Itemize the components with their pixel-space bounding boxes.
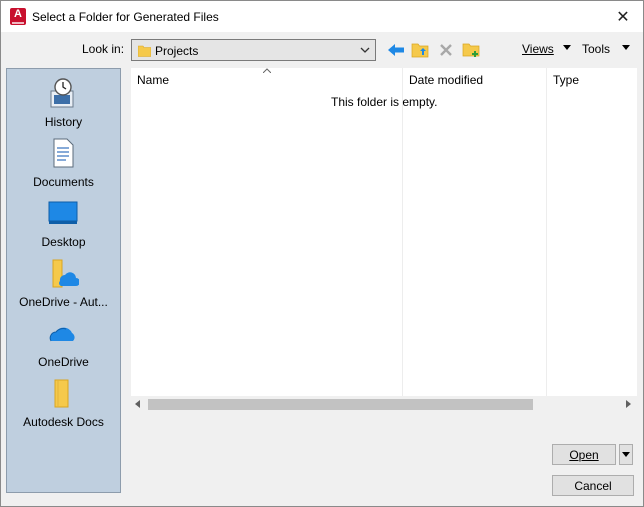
create-new-folder-button[interactable]	[460, 39, 482, 61]
place-autodesk-docs[interactable]: Autodesk Docs	[7, 375, 120, 433]
scroll-left-icon[interactable]	[135, 400, 140, 408]
look-in-value: Projects	[155, 44, 199, 58]
close-icon: ✕	[616, 8, 630, 26]
place-history[interactable]: History	[7, 75, 120, 133]
column-divider[interactable]	[546, 68, 547, 396]
views-label: Views	[522, 42, 554, 56]
sort-ascending-icon	[263, 68, 271, 73]
back-button[interactable]	[385, 39, 407, 61]
cancel-button[interactable]: Cancel	[552, 475, 634, 496]
autocad-app-icon: A	[10, 8, 26, 25]
views-menu-button[interactable]: Views	[522, 42, 554, 56]
delete-button[interactable]	[435, 39, 457, 61]
history-icon	[50, 78, 74, 108]
cancel-button-label: Cancel	[574, 478, 612, 493]
place-label: Documents	[33, 175, 94, 189]
place-onedrive[interactable]: OneDrive	[7, 315, 120, 373]
place-desktop[interactable]: Desktop	[7, 195, 120, 253]
close-button[interactable]: ✕	[603, 1, 643, 32]
place-label: Desktop	[41, 235, 86, 249]
autodesk-docs-folder-icon	[54, 379, 69, 408]
tools-dropdown-arrow-icon[interactable]	[622, 45, 630, 50]
title-bar: A Select a Folder for Generated Files ✕	[1, 1, 643, 32]
column-divider[interactable]	[402, 68, 403, 396]
horizontal-scrollbar[interactable]	[131, 396, 637, 412]
place-label: OneDrive	[38, 355, 89, 369]
folder-icon	[138, 45, 151, 57]
column-header-type[interactable]: Type	[553, 73, 579, 87]
place-label: OneDrive - Aut...	[19, 295, 108, 309]
tools-menu-button[interactable]: Tools	[582, 42, 610, 56]
create-new-folder-icon	[462, 43, 480, 57]
open-button-label: Open	[569, 447, 599, 462]
place-onedrive-autodesk[interactable]: OneDrive - Aut...	[7, 255, 120, 313]
column-header-date-modified[interactable]: Date modified	[409, 73, 483, 87]
chevron-down-icon	[622, 452, 630, 457]
look-in-label: Look in:	[82, 42, 125, 56]
place-label: Autodesk Docs	[23, 415, 104, 429]
folder-dialog: A Select a Folder for Generated Files ✕ …	[0, 0, 644, 507]
dialog-title: Select a Folder for Generated Files	[32, 10, 219, 24]
up-one-level-icon	[411, 43, 429, 58]
onedrive-cloud-icon	[49, 327, 75, 342]
empty-folder-message: This folder is empty.	[331, 95, 438, 109]
views-dropdown-arrow-icon[interactable]	[563, 45, 571, 50]
up-one-level-button[interactable]	[409, 39, 431, 61]
delete-icon	[440, 44, 452, 56]
scrollbar-thumb[interactable]	[148, 399, 533, 410]
scroll-right-icon[interactable]	[626, 400, 631, 408]
chevron-down-icon	[360, 47, 370, 53]
documents-icon	[53, 138, 74, 168]
places-bar: History Documents Desktop OneDrive - Aut…	[6, 68, 121, 493]
look-in-dropdown[interactable]: Projects	[131, 39, 376, 61]
onedrive-folder-icon	[52, 259, 79, 288]
open-options-dropdown[interactable]	[619, 444, 633, 465]
back-arrow-icon	[388, 44, 404, 56]
column-header-name[interactable]: Name	[137, 73, 169, 87]
place-documents[interactable]: Documents	[7, 135, 120, 193]
desktop-icon	[48, 201, 78, 224]
place-label: History	[44, 115, 83, 129]
file-list[interactable]: Name Date modified Type This folder is e…	[131, 68, 637, 412]
open-button[interactable]: Open	[552, 444, 616, 465]
